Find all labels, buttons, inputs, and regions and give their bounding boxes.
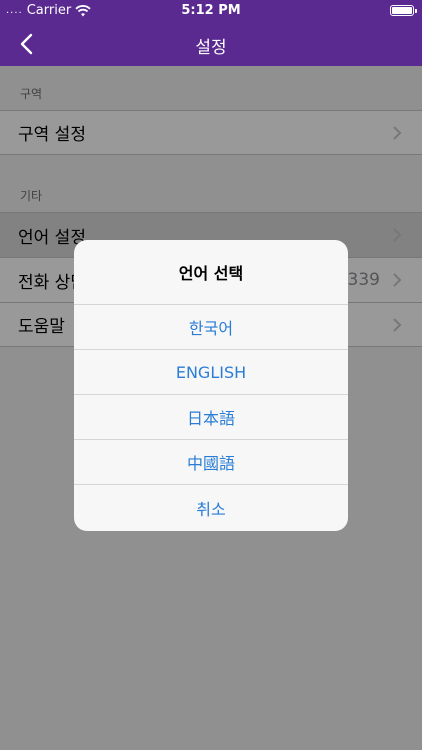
navigation-bar: 설정	[0, 22, 422, 66]
page-title: 설정	[195, 38, 227, 58]
option-japanese-button[interactable]: 日本語	[74, 395, 348, 440]
battery-icon	[390, 5, 417, 16]
language-select-alert: 언어 선택 한국어 ENGLISH 日本語 中國語 취소	[74, 240, 348, 531]
status-bar: .... Carrier 5:12 PM	[0, 0, 422, 22]
alert-title: 언어 선택	[74, 240, 348, 305]
status-time: 5:12 PM	[181, 3, 241, 18]
option-chinese-button[interactable]: 中國語	[74, 440, 348, 485]
option-korean-button[interactable]: 한국어	[74, 305, 348, 350]
option-english-button[interactable]: ENGLISH	[74, 350, 348, 395]
cancel-button[interactable]: 취소	[74, 485, 348, 530]
